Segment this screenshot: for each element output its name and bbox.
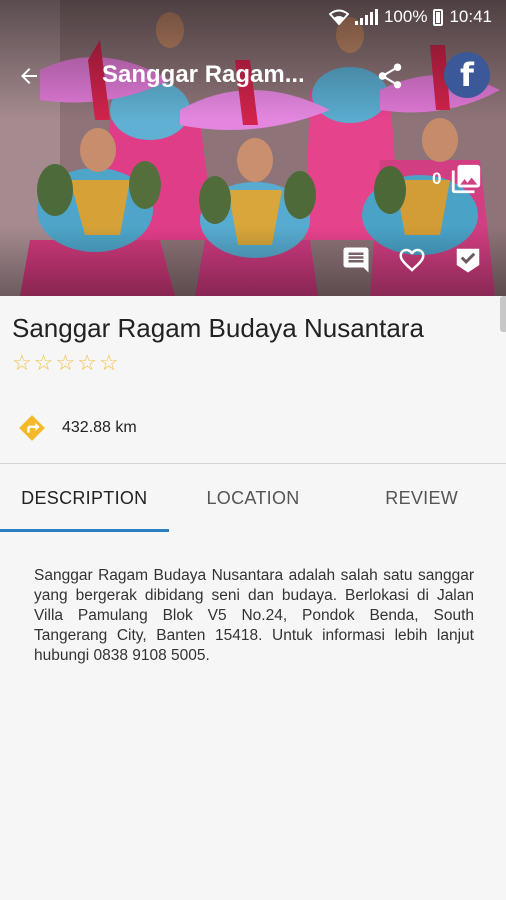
star-icon: ☆: [98, 350, 119, 375]
battery-percent: 100%: [383, 7, 428, 26]
rating-stars[interactable]: ☆ ☆ ☆ ☆ ☆: [12, 350, 119, 376]
photo-library-icon: [452, 164, 481, 194]
distance-value: 432.88 km: [62, 419, 137, 436]
hero-actions: [338, 242, 486, 278]
scroll-indicator: [500, 296, 506, 332]
page-title: Sanggar Ragam...: [102, 61, 305, 88]
gallery-count: 0: [432, 169, 442, 188]
tab-review[interactable]: REVIEW: [337, 464, 506, 532]
place-name: Sanggar Ragam Budaya Nusantara: [12, 313, 424, 343]
gallery-button[interactable]: 0: [432, 162, 483, 196]
star-icon: ☆: [55, 350, 76, 375]
back-button[interactable]: [0, 48, 58, 104]
distance-row: 432.88 km: [18, 414, 137, 442]
app-toolbar: Sanggar Ragam... f: [0, 48, 506, 104]
directions-icon: [19, 415, 45, 441]
tab-location[interactable]: LOCATION: [169, 464, 338, 532]
favorite-button[interactable]: [394, 242, 430, 278]
visited-button[interactable]: [450, 242, 486, 278]
star-icon: ☆: [12, 350, 32, 375]
description-text: Sanggar Ragam Budaya Nusantara adalah sa…: [34, 567, 474, 664]
star-icon: ☆: [33, 350, 54, 375]
share-button[interactable]: [368, 54, 412, 98]
status-bar: 100% 10:41: [0, 0, 506, 34]
hero-image: 100% 10:41 Sanggar Ragam... f 0: [0, 0, 506, 296]
wifi-icon: [328, 9, 349, 25]
facebook-button[interactable]: f: [444, 52, 490, 98]
tab-bar: DESCRIPTION LOCATION REVIEW: [0, 464, 506, 532]
signal-icon: [354, 9, 378, 25]
battery-icon: [433, 8, 444, 26]
clock: 10:41: [449, 7, 492, 26]
tab-description[interactable]: DESCRIPTION: [0, 464, 169, 532]
facebook-icon: f: [460, 56, 474, 94]
check-icon: [456, 248, 480, 273]
comment-icon: [343, 247, 369, 273]
share-icon: [378, 63, 402, 89]
star-icon: ☆: [77, 350, 97, 375]
heart-icon: [399, 248, 425, 272]
comment-button[interactable]: [338, 242, 374, 278]
arrow-left-icon: [21, 68, 37, 84]
